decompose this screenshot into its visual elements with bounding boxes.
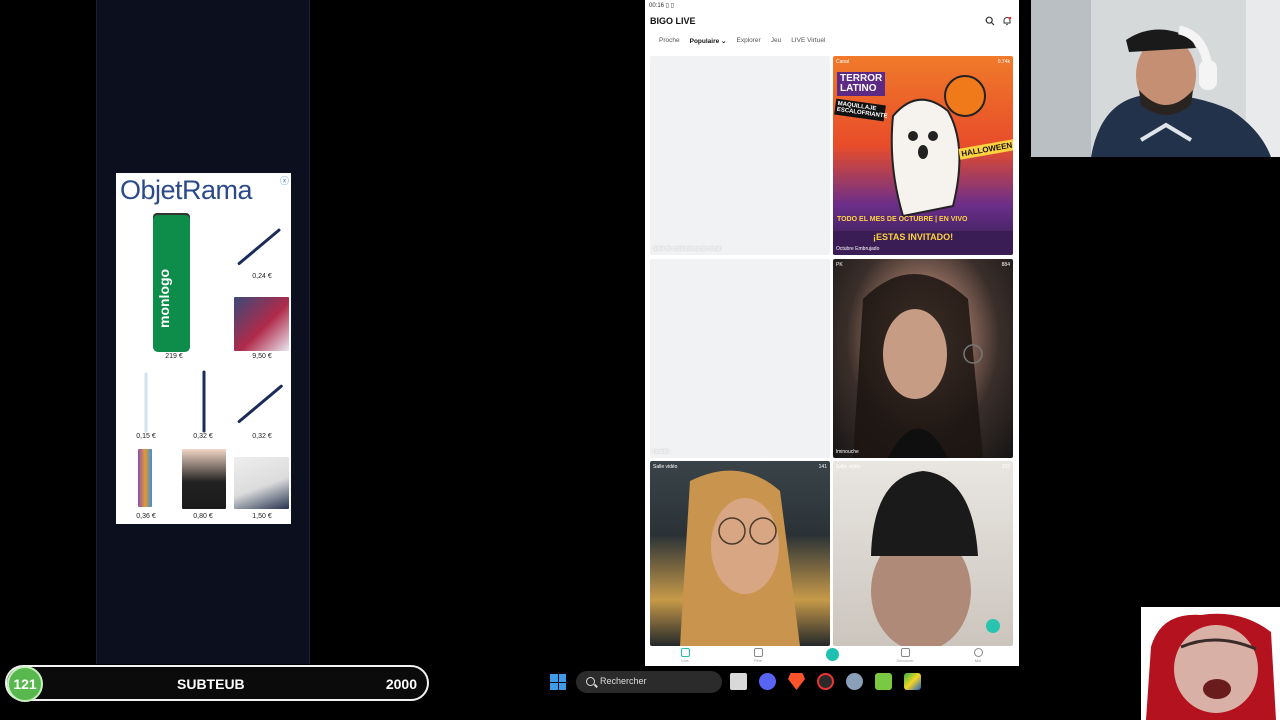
settings-gear-icon[interactable] xyxy=(846,673,863,690)
party-icon xyxy=(753,648,763,657)
goal-count: 2000 xyxy=(385,676,417,692)
live-tile[interactable]: TERROR LATINO MAQUILLAJE ESCALOFRIANTE H… xyxy=(833,56,1013,255)
price-tote: 0,80 € xyxy=(193,513,213,520)
live-tile[interactable]: boxelle xyxy=(650,259,830,458)
price-hoodie: 9,50 € xyxy=(252,353,272,360)
streamer-name: SUBTEUB xyxy=(177,676,245,692)
streamer-portrait xyxy=(680,470,800,646)
tile-caption: boxelle xyxy=(653,449,669,455)
viewer-count: 884 xyxy=(1001,262,1010,268)
tile-tag: Salle vidéo xyxy=(836,464,861,470)
pen-white[interactable] xyxy=(144,372,148,433)
nav-label: Moi xyxy=(974,658,982,663)
screen: ObjetRama ⓧ monlogo 219 € 0,24 € 9,50 € … xyxy=(0,0,1280,720)
tab-populaire[interactable]: Populaire ⌄ xyxy=(685,37,732,47)
lighter-label: monlogo xyxy=(156,268,172,328)
price-pen-2: 0,15 € xyxy=(136,433,156,440)
nav-live[interactable]: Live xyxy=(670,648,700,663)
webcam-image xyxy=(1031,0,1280,157)
bell-icon[interactable] xyxy=(1002,16,1012,26)
pen-blue[interactable] xyxy=(237,384,284,424)
tab-proche[interactable]: Proche xyxy=(654,37,685,47)
tile-tag: Canal xyxy=(836,59,850,65)
price-pen-1: 0,24 € xyxy=(252,273,272,280)
tab-live-virtuel[interactable]: LIVE Virtuel xyxy=(786,37,830,47)
windows-start-icon[interactable] xyxy=(550,674,566,690)
streamer-portrait xyxy=(853,274,983,458)
live-tile[interactable]: PK 884 lminouche xyxy=(833,259,1013,458)
category-tabs: Proche Populaire ⌄ Explorer Jeu LIVE Vir… xyxy=(654,37,830,47)
nav-fete[interactable]: Fête xyxy=(743,648,773,663)
hoodie-product[interactable] xyxy=(234,297,289,351)
ad-brand: ObjetRama xyxy=(120,175,253,205)
level-badge: 121 xyxy=(7,666,43,702)
objetrama-ad[interactable]: ObjetRama ⓧ monlogo 219 € 0,24 € 9,50 € … xyxy=(116,173,291,524)
camera-icon xyxy=(825,648,839,661)
poster-title: TERROR LATINO xyxy=(837,72,886,96)
viewer-count: 141 xyxy=(818,464,827,470)
poster-date: TODO EL MES DE OCTUBRE | EN VIVO xyxy=(837,216,968,223)
chat-icon xyxy=(900,648,910,657)
tile-caption: lminouche xyxy=(836,449,859,455)
price-pen-3: 0,32 € xyxy=(193,433,213,440)
nav-moi[interactable]: Moi xyxy=(963,648,993,663)
brave-icon[interactable] xyxy=(788,673,805,690)
cooler-bag-product[interactable] xyxy=(234,457,289,509)
webcam-feed xyxy=(1031,0,1280,157)
ad-close-icon[interactable]: ⓧ xyxy=(280,174,289,187)
profile-icon xyxy=(973,648,983,657)
colorful-app-icon[interactable] xyxy=(904,673,921,690)
bigo-live-app: 00:16 ▯ ▯ BIGO LIVE Proche Populaire ⌄ E… xyxy=(645,0,1019,666)
streamer-portrait xyxy=(871,471,1000,646)
search-icon xyxy=(586,677,595,686)
live-tile[interactable]: Salle de confessions de minuit xyxy=(650,56,830,255)
live-tile[interactable]: Salle vidéo 322 xyxy=(833,461,1013,646)
nav-label: Découvrir xyxy=(896,658,914,663)
secondary-cam xyxy=(1141,607,1280,720)
live-tile[interactable]: Salle vidéo 141 xyxy=(650,461,830,646)
green-app-icon[interactable] xyxy=(875,673,892,690)
app-title: BIGO LIVE xyxy=(650,16,696,26)
nav-decouvrir[interactable]: Découvrir xyxy=(890,648,920,663)
home-icon xyxy=(680,648,690,657)
tile-tag: Salle vidéo xyxy=(653,464,678,470)
nav-label: Fête xyxy=(753,658,762,663)
poster-title-line2: LATINO xyxy=(840,83,877,94)
pencils-product[interactable] xyxy=(138,449,152,507)
obs-icon[interactable] xyxy=(817,673,834,690)
search-icon[interactable] xyxy=(985,16,995,26)
status-bar: 00:16 ▯ ▯ xyxy=(649,3,674,9)
price-lighter: 219 € xyxy=(165,353,183,360)
tile-caption: Salle de confessions de minuit xyxy=(653,246,721,252)
file-explorer-icon[interactable] xyxy=(730,673,747,690)
price-pencils: 0,36 € xyxy=(136,513,156,520)
nav-label: Live xyxy=(681,658,689,663)
tab-explorer[interactable]: Explorer xyxy=(731,37,765,47)
price-cooler: 1,50 € xyxy=(252,513,272,520)
taskbar-search[interactable]: Rechercher xyxy=(576,671,722,693)
pen-navy[interactable] xyxy=(202,370,206,433)
viewer-count: 322 xyxy=(1001,464,1010,470)
nav-go-live[interactable] xyxy=(817,648,847,661)
tab-jeu[interactable]: Jeu xyxy=(766,37,786,47)
viewer-count: 0.74k xyxy=(997,59,1010,65)
price-pen-4: 0,32 € xyxy=(252,433,272,440)
pen-product[interactable] xyxy=(237,227,282,266)
search-placeholder: Rechercher xyxy=(600,676,647,686)
poster-invite: ¡ESTAS INVITADO! xyxy=(873,232,954,242)
bottom-nav: Live Fête Découvrir Moi xyxy=(645,646,1019,666)
discord-icon[interactable] xyxy=(759,673,776,690)
stream-goal-bar: 121 SUBTEUB 2000 xyxy=(5,665,429,702)
tote-bag-product[interactable] xyxy=(182,449,226,509)
tile-caption: Octubre Embrujado xyxy=(836,246,880,252)
secondary-cam-image xyxy=(1141,607,1280,720)
windows-taskbar: Rechercher xyxy=(540,668,1140,696)
tile-tag: PK xyxy=(836,262,843,268)
